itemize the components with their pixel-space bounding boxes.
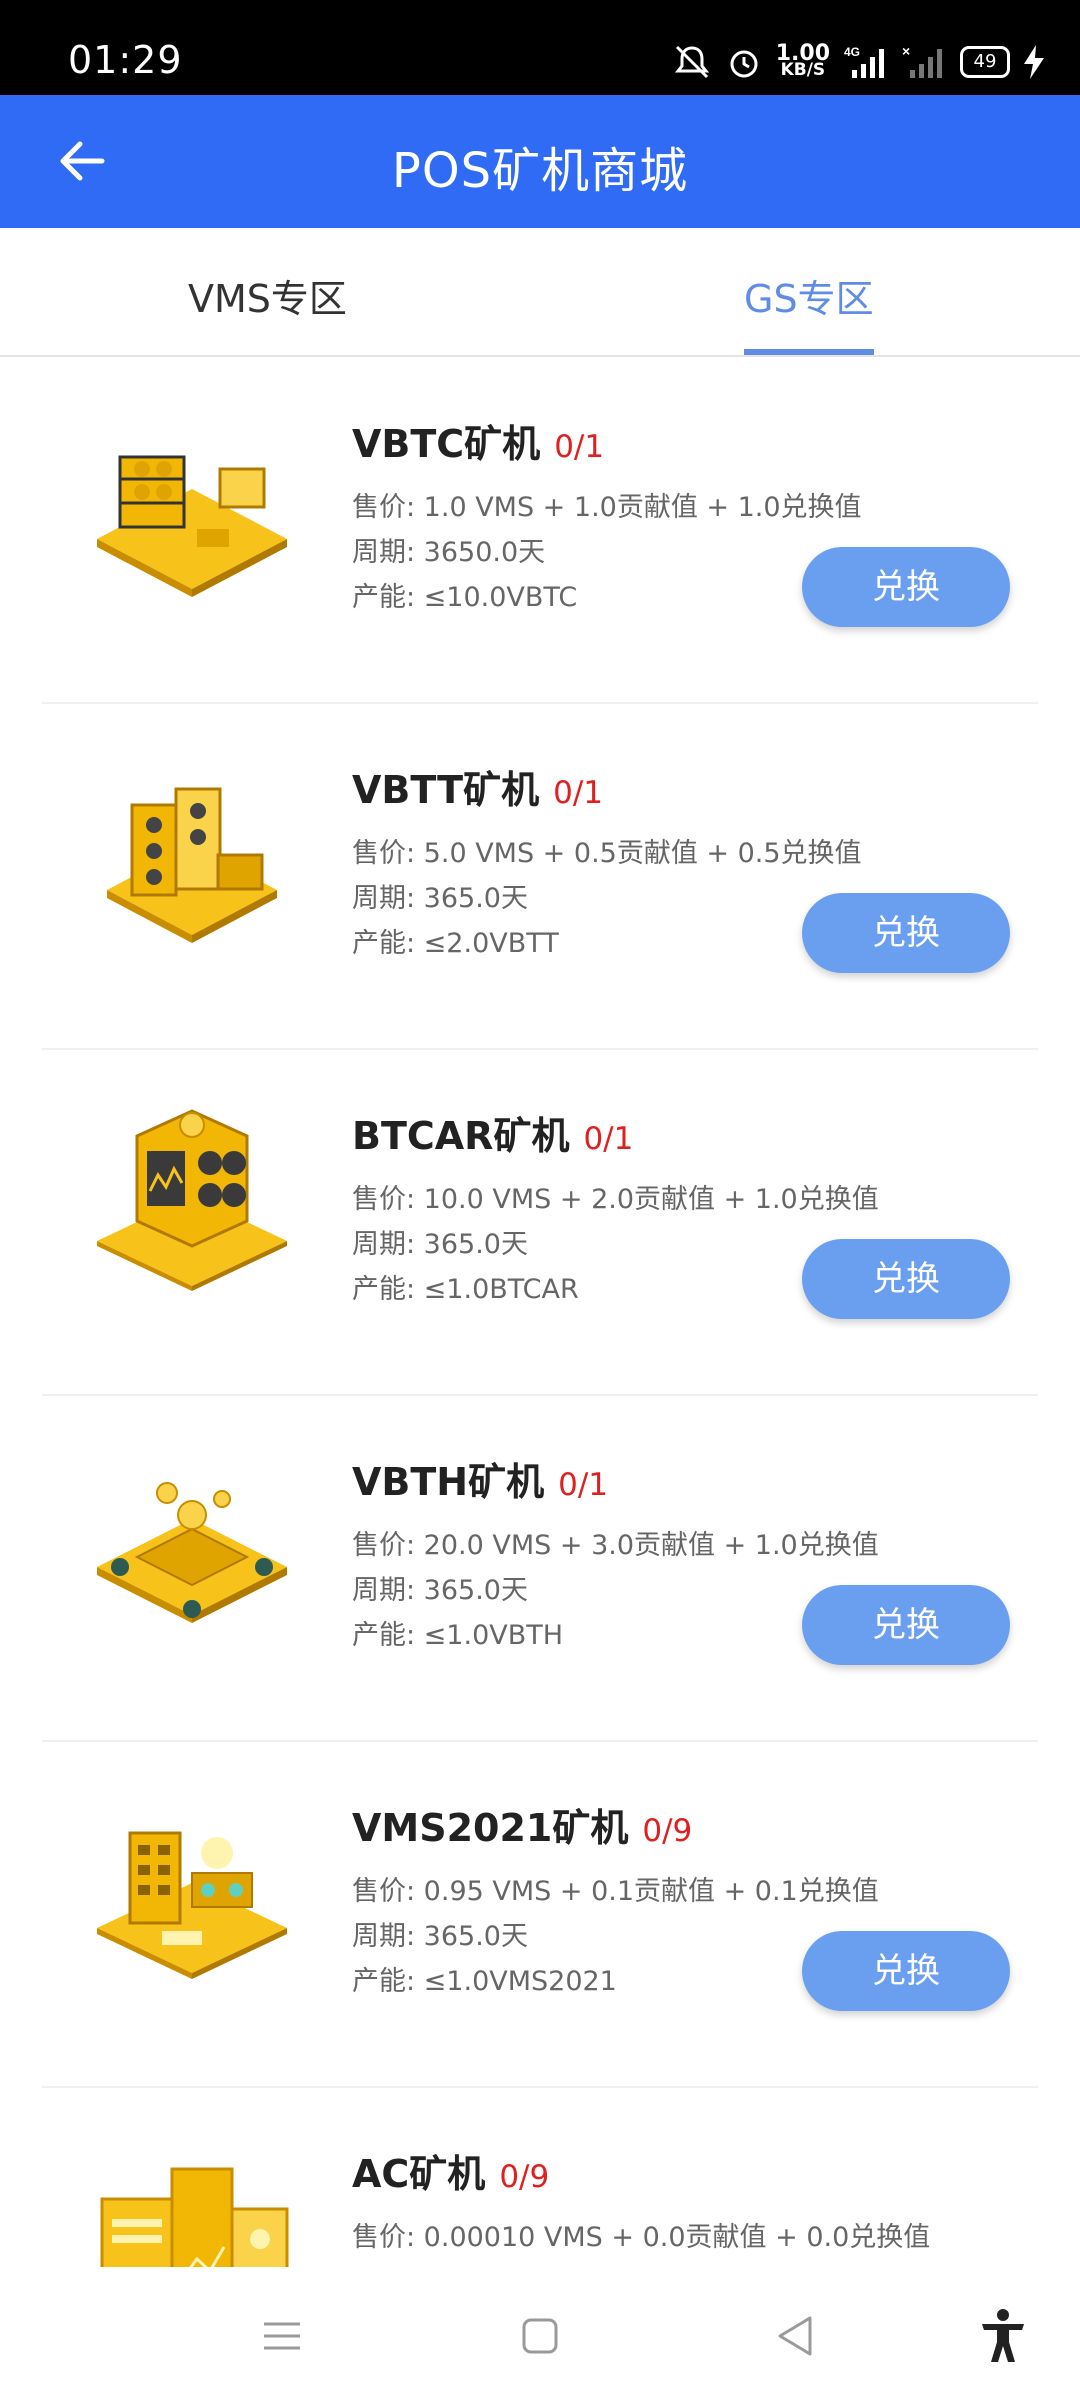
tab-vms-zone[interactable]: VMS专区 (188, 268, 347, 323)
mining-rig-image (107, 787, 277, 943)
product-price: 售价: 5.0 VMS + 0.5贡献值 + 0.5兑换值 (352, 838, 862, 869)
exchange-button[interactable]: 兑换 (802, 1239, 1010, 1319)
product-price: 售价: 10.0 VMS + 2.0贡献值 + 1.0兑换值 (352, 1184, 879, 1215)
home-icon[interactable] (516, 2312, 564, 2360)
exchange-button[interactable]: 兑换 (802, 1585, 1010, 1665)
stock-count: 0/1 (553, 775, 603, 811)
list-item: AC矿机 0/9 售价: 0.00010 VMS + 0.0贡献值 + 0.0兑换… (42, 2087, 1038, 2267)
battery-icon: 49 (960, 46, 1010, 78)
product-name: BTCAR矿机 0/1 (352, 1114, 634, 1158)
charging-icon (1024, 45, 1044, 79)
list-item: VMS2021矿机 0/9 售价: 0.95 VMS + 0.1贡献值 + 0.1… (42, 1741, 1038, 2088)
mining-rig-image (97, 1831, 287, 1979)
mining-rig-image (97, 1109, 287, 1291)
exchange-button[interactable]: 兑换 (802, 1931, 1010, 2011)
product-capacity: 产能: ≤1.0VMS2021 (352, 1966, 617, 1997)
product-period: 周期: 365.0天 (352, 1921, 528, 1952)
zone-tabs: VMS专区 GS专区 (0, 228, 1080, 357)
mining-rig-image (97, 455, 287, 597)
svg-text:×: × (902, 44, 910, 59)
product-price: 售价: 0.95 VMS + 0.1贡献值 + 0.1兑换值 (352, 1876, 879, 1907)
menu-icon[interactable] (258, 2312, 306, 2360)
product-name: VBTT矿机 0/1 (352, 768, 603, 812)
active-tab-indicator (744, 349, 874, 355)
product-capacity: 产能: ≤1.0BTCAR (352, 1274, 579, 1305)
product-capacity: 产能: ≤2.0VBTT (352, 928, 559, 959)
nav-back-icon[interactable] (772, 2312, 820, 2360)
signal-4g-icon: 4G (844, 45, 884, 78)
exchange-button[interactable]: 兑换 (802, 893, 1010, 973)
status-icons: 1.00 KB/S 4G × 49 (672, 42, 1044, 82)
network-speed: 1.00 KB/S (775, 41, 830, 80)
product-capacity: 产能: ≤1.0VBTH (352, 1620, 564, 1651)
product-period: 周期: 3650.0天 (352, 537, 546, 568)
product-price: 售价: 20.0 VMS + 3.0贡献值 + 1.0兑换值 (352, 1530, 879, 1561)
list-item: BTCAR矿机 0/1 售价: 10.0 VMS + 2.0贡献值 + 1.0兑换… (42, 1049, 1038, 1396)
product-name: VMS2021矿机 0/9 (352, 1806, 693, 1850)
alarm-icon (730, 50, 758, 78)
list-item: VBTC矿机 0/1 售价: 1.0 VMS + 1.0贡献值 + 1.0兑换值 … (42, 357, 1038, 704)
stock-count: 0/1 (583, 1121, 634, 1157)
mining-rig-image (100, 2167, 289, 2267)
app-header: POS矿机商城 (0, 95, 1080, 228)
product-period: 周期: 365.0天 (352, 883, 528, 914)
signal-empty-icon: × (902, 44, 942, 78)
status-bar: 01:29 1.00 KB/S 4G × 49 (0, 0, 1080, 95)
mute-icon (674, 45, 709, 79)
mining-rig-image (97, 1482, 287, 1623)
product-list: VBTC矿机 0/1 售价: 1.0 VMS + 1.0贡献值 + 1.0兑换值 … (0, 357, 1080, 2267)
product-name: VBTH矿机 0/1 (352, 1460, 608, 1504)
stock-count: 0/9 (499, 2159, 550, 2195)
product-price: 售价: 1.0 VMS + 1.0贡献值 + 1.0兑换值 (352, 492, 862, 523)
stock-count: 0/1 (558, 1467, 608, 1503)
product-name: AC矿机 0/9 (352, 2152, 550, 2196)
accessibility-icon[interactable] (978, 2308, 1028, 2364)
tab-gs-zone[interactable]: GS专区 (744, 268, 874, 323)
status-time: 01:29 (68, 38, 183, 82)
product-period: 周期: 365.0天 (352, 1229, 528, 1260)
stock-count: 0/9 (642, 1813, 693, 1849)
page-title: POS矿机商城 (391, 143, 689, 199)
list-item: VBTH矿机 0/1 售价: 20.0 VMS + 3.0贡献值 + 1.0兑换值… (42, 1395, 1038, 1742)
product-period: 周期: 365.0天 (352, 1575, 528, 1606)
svg-text:4G: 4G (844, 45, 860, 59)
stock-count: 0/1 (554, 429, 605, 465)
product-price: 售价: 0.00010 VMS + 0.0贡献值 + 0.0兑换值 (352, 2222, 931, 2253)
exchange-button[interactable]: 兑换 (802, 547, 1010, 627)
system-nav-bar (0, 2268, 1080, 2400)
product-capacity: 产能: ≤10.0VBTC (352, 582, 578, 613)
product-name: VBTC矿机 0/1 (352, 422, 605, 466)
list-item: VBTT矿机 0/1 售价: 5.0 VMS + 0.5贡献值 + 0.5兑换值 … (42, 703, 1038, 1050)
